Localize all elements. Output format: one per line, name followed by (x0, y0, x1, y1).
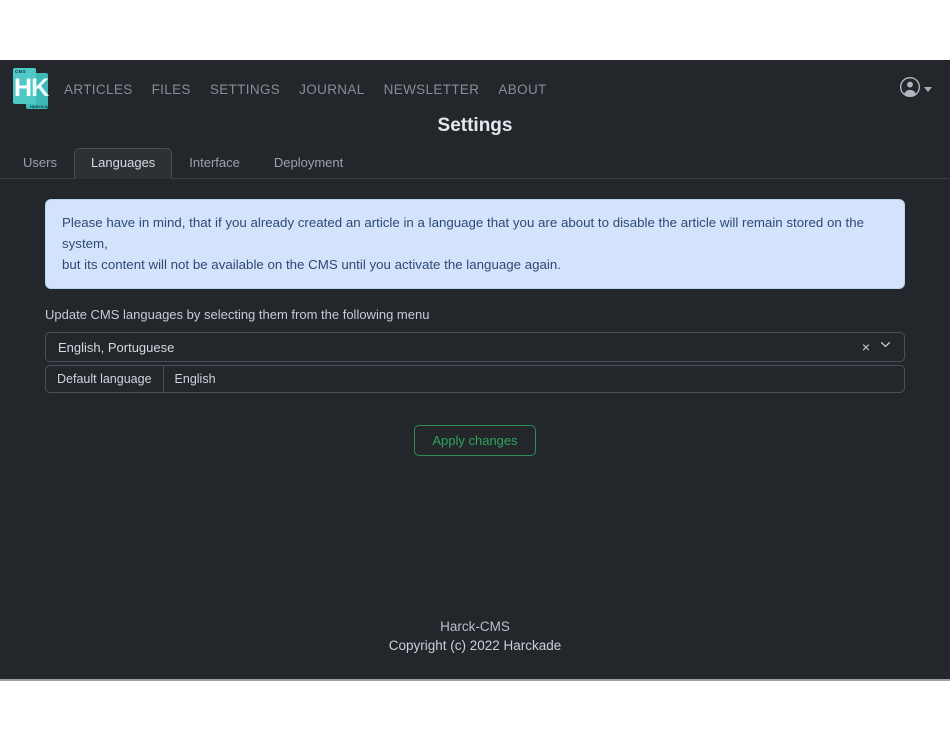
user-avatar-icon (899, 76, 921, 103)
screenshot-root: CMS HK HARCKADE ARTICLES FILES SETTINGS … (0, 0, 950, 750)
nav-link-settings[interactable]: SETTINGS (210, 82, 280, 97)
nav-link-about[interactable]: ABOUT (498, 82, 546, 97)
harck-cms-logo[interactable]: CMS HK HARCKADE (10, 67, 53, 111)
default-language-value[interactable]: English (164, 366, 904, 392)
alert-line-1: Please have in mind, that if you already… (62, 215, 864, 251)
clear-icon[interactable]: × (862, 340, 870, 354)
tab-languages[interactable]: Languages (73, 148, 173, 179)
info-alert: Please have in mind, that if you already… (45, 199, 905, 289)
caret-down-icon (924, 86, 932, 92)
settings-tabs: Users Languages Interface Deployment (0, 147, 950, 179)
nav-link-journal[interactable]: JOURNAL (299, 82, 364, 97)
tab-panel-languages: Please have in mind, that if you already… (0, 199, 950, 456)
logo-letters: HK (14, 74, 49, 102)
nav-link-articles[interactable]: ARTICLES (64, 82, 133, 97)
user-menu-button[interactable] (899, 76, 932, 103)
page-title: Settings (437, 115, 513, 136)
default-language-row: Default language English (45, 365, 905, 393)
nav-links: ARTICLES FILES SETTINGS JOURNAL NEWSLETT… (64, 82, 899, 97)
alert-line-2: but its content will not be available on… (62, 257, 561, 272)
languages-select-icons: × (862, 338, 904, 356)
languages-select[interactable]: English, Portuguese × (45, 332, 905, 362)
languages-helper-text: Update CMS languages by selecting them f… (45, 307, 430, 322)
footer-copyright: Copyright (c) 2022 Harckade (388, 638, 562, 653)
apply-changes-button[interactable]: Apply changes (414, 425, 536, 456)
footer-title: Harck-CMS (440, 619, 510, 634)
languages-field-stack: English, Portuguese × Default language E… (45, 332, 905, 393)
tab-users[interactable]: Users (6, 148, 74, 179)
app-bottom-divider (0, 679, 950, 681)
languages-select-value[interactable]: English, Portuguese (46, 340, 862, 355)
application-window: CMS HK HARCKADE ARTICLES FILES SETTINGS … (0, 60, 950, 679)
nav-link-newsletter[interactable]: NEWSLETTER (384, 82, 480, 97)
tab-deployment[interactable]: Deployment (257, 148, 360, 179)
logo-tag-bottom: HARCKADE (30, 104, 53, 109)
chevron-down-icon[interactable] (879, 338, 892, 356)
nav-link-files[interactable]: FILES (152, 82, 191, 97)
form-actions: Apply changes (45, 425, 905, 456)
app-footer: Harck-CMS Copyright (c) 2022 Harckade (0, 617, 950, 655)
tab-interface[interactable]: Interface (172, 148, 257, 179)
top-navbar: CMS HK HARCKADE ARTICLES FILES SETTINGS … (0, 60, 950, 118)
default-language-label: Default language (46, 366, 164, 392)
